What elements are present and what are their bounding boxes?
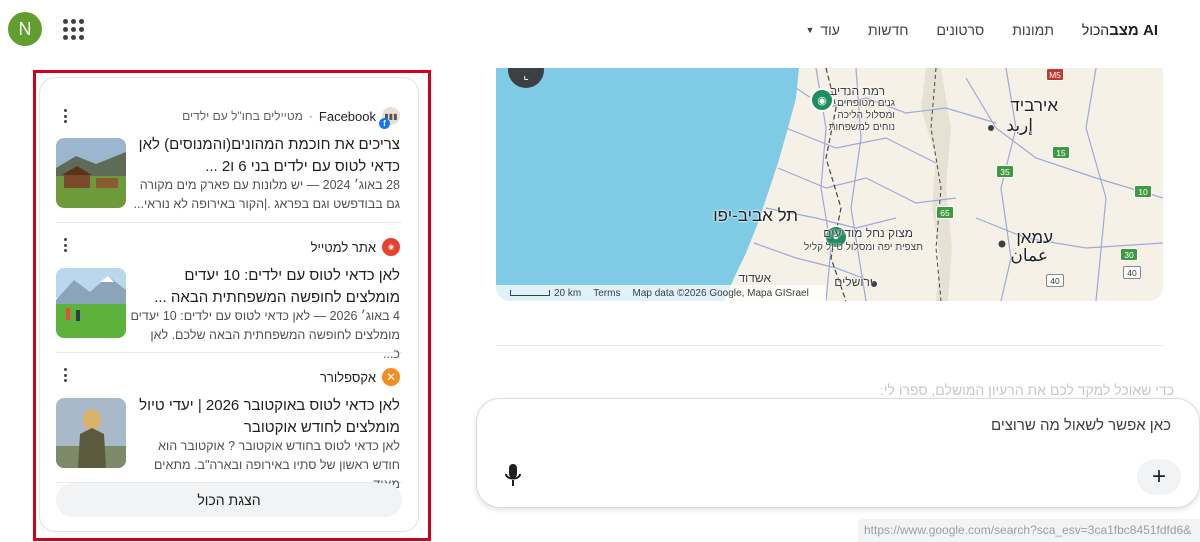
search-tabs: מצב AI הכול תמונות סרטונים חדשות עוד ▼ <box>777 18 1158 42</box>
map-attribution: Map data ©2026 Google, Mapa GISrael <box>632 287 809 299</box>
map-label-amman-ar: عمان <box>1010 246 1048 265</box>
result-source: ✕ אקספלורר <box>320 367 400 387</box>
scale-bar <box>510 289 550 296</box>
add-button[interactable]: + <box>1137 459 1181 495</box>
more-options-icon[interactable] <box>58 367 72 383</box>
avatar-letter: N <box>18 18 32 39</box>
map-label-irbid: אירביד <box>1010 96 1058 115</box>
separator-dot: · <box>308 109 313 123</box>
google-apps-icon[interactable] <box>60 16 86 42</box>
explorer-icon: ✕ <box>382 368 400 386</box>
tab-all[interactable]: הכול <box>1082 22 1109 38</box>
map-label-ashdod: אשדוד <box>738 271 771 285</box>
tab-more[interactable]: עוד ▼ <box>805 22 839 38</box>
result-thumbnail[interactable] <box>56 398 126 468</box>
result-title[interactable]: צריכים את חוכמת המהונים(והמנוסים) לאן כד… <box>130 134 400 178</box>
etr-lametayel-icon: ◉ <box>382 238 400 256</box>
map-terms-link[interactable]: Terms <box>593 288 620 299</box>
tab-more-label: עוד <box>820 22 840 38</box>
ai-prompt-faded-text: כדי שאוכל למקד לכם את הרעיון המושלם, ספר… <box>880 382 1174 398</box>
tab-images[interactable]: תמונות <box>1012 22 1054 38</box>
map-label-amman: עמאן <box>1016 228 1053 247</box>
road-shield: 65 <box>936 206 954 219</box>
tab-news[interactable]: חדשות <box>868 22 909 38</box>
result-source-sub: מטיילים בחו"ל עם ילדים <box>182 109 303 123</box>
result-card[interactable]: ▮▮▮ f Facebook · מטיילים בחו"ל עם ילדים צ… <box>56 78 402 223</box>
result-source-name: Facebook <box>318 108 376 124</box>
road-shield: 35 <box>996 165 1014 178</box>
map-label-viewpoint: מצוק נחל מודיעים <box>823 226 913 240</box>
map-label-ramat-hanadiv: רמת הנדיב <box>830 84 885 98</box>
status-bar-url: https://www.google.com/search?sca_esv=3c… <box>858 519 1200 542</box>
more-options-icon[interactable] <box>58 108 72 124</box>
road-shield: 10 <box>1134 185 1152 198</box>
show-all-button[interactable]: הצגת הכול <box>56 483 402 517</box>
road-shield: 40 <box>1046 274 1064 287</box>
map-label-irbid-ar: إربد <box>1006 116 1033 135</box>
ai-ask-box: + <box>476 398 1200 508</box>
result-title[interactable]: לאן כדאי לטוס עם ילדים: 10 יעדים מומלצים… <box>130 265 400 309</box>
web-results-panel: ▮▮▮ f Facebook · מטיילים בחו"ל עם ילדים צ… <box>39 77 419 532</box>
result-title[interactable]: לאן כדאי לטוס באוקטובר 2026 | יעדי טיול … <box>130 395 400 439</box>
caret-down-icon: ▼ <box>805 25 815 35</box>
map-scale-label: 20 km <box>554 287 582 299</box>
road-shield: 15 <box>1052 146 1070 159</box>
road-shield: 40 <box>1123 266 1141 279</box>
account-avatar[interactable]: N <box>8 12 42 46</box>
road-shield: M5 <box>1046 68 1064 81</box>
map-scale: 20 km <box>510 288 581 299</box>
result-thumbnail[interactable] <box>56 138 126 208</box>
facebook-group-icon: ▮▮▮ f <box>379 107 400 129</box>
map-label-park-desc: גנים מטופחים ומסלול הליכה נוחים למשפחות <box>828 98 895 133</box>
section-divider <box>496 345 1163 346</box>
map-footer: 20 km Terms Map data ©2026 Google, Mapa … <box>496 285 826 301</box>
map-preview[interactable]: ⌞ ◉ ● רמת הנדיב גנים מטופחים ומסלול הליכ… <box>496 68 1163 301</box>
map-label-viewpoint-desc: תצפית יפה ומסלול טיול קליל <box>803 242 923 253</box>
facebook-badge-icon: f <box>379 118 390 129</box>
result-thumbnail[interactable] <box>56 268 126 338</box>
tab-videos[interactable]: סרטונים <box>936 22 984 38</box>
tab-ai-mode[interactable]: מצב AI <box>1109 22 1158 39</box>
result-source: ▮▮▮ f Facebook · מטיילים בחו"ל עם ילדים <box>182 106 400 129</box>
more-options-icon[interactable] <box>58 237 72 253</box>
result-snippet: 28 באוג׳ 2024 — יש מלונות עם פארק מים מק… <box>133 178 400 211</box>
microphone-icon[interactable] <box>503 463 523 489</box>
ask-input[interactable] <box>571 417 1171 434</box>
result-source-name: אתר למטייל <box>310 239 376 255</box>
result-source-name: אקספלורר <box>319 369 376 385</box>
result-card[interactable]: ◉ אתר למטייל לאן כדאי לטוס עם ילדים: 10 … <box>56 223 402 361</box>
plus-icon: + <box>1151 463 1166 490</box>
map-label-jerusalem: ירושלים <box>834 275 873 289</box>
road-shield: 30 <box>1120 248 1138 261</box>
map-label-tel-aviv: תל אביב-יפו <box>713 206 798 225</box>
result-card[interactable]: ✕ אקספלורר לאן כדאי לטוס באוקטובר 2026 |… <box>56 353 402 491</box>
result-source: ◉ אתר למטייל <box>311 237 400 257</box>
